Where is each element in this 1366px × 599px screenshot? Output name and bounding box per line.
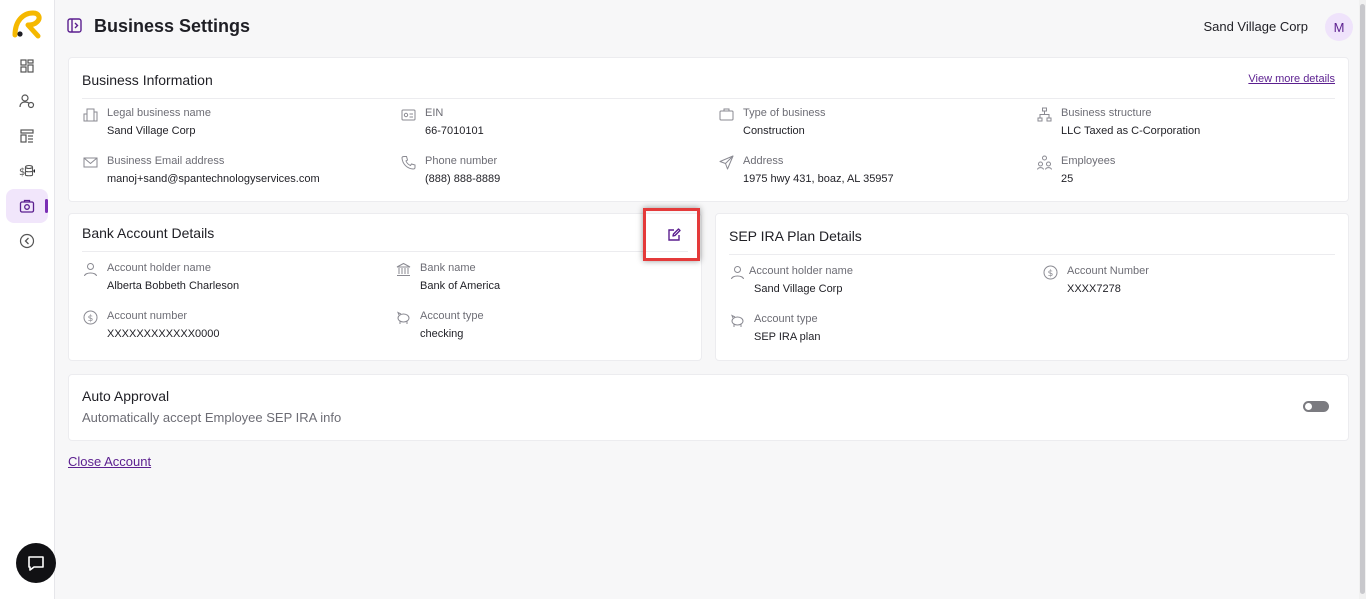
field-value: 66-7010101 xyxy=(425,125,484,137)
field-value: LLC Taxed as C-Corporation xyxy=(1061,125,1201,137)
piggy-bank-icon xyxy=(730,313,745,328)
svg-text:$: $ xyxy=(88,314,94,324)
sep-ira-title: SEP IRA Plan Details xyxy=(729,228,862,244)
field-label: Bank name xyxy=(420,262,476,274)
divider xyxy=(82,251,688,252)
field-label: Account Number xyxy=(1067,265,1149,277)
field-label: Account holder name xyxy=(107,262,211,274)
phone-icon xyxy=(401,155,416,170)
reports-icon xyxy=(20,129,34,143)
person-icon xyxy=(730,265,745,280)
sidebar-item-collapse[interactable] xyxy=(6,224,48,258)
org-chart-icon xyxy=(1037,107,1052,122)
piggy-bank-icon xyxy=(396,310,411,325)
header: Business Settings Sand Village Corp M xyxy=(55,0,1366,54)
field-value: 1975 hwy 431, boaz, AL 35957 xyxy=(743,173,894,185)
field-value: (888) 888-8889 xyxy=(425,173,501,185)
sep-ira-card: SEP IRA Plan Details Account holder name… xyxy=(715,213,1349,361)
sidebar-item-finance[interactable]: $ xyxy=(6,154,48,188)
edit-icon xyxy=(668,228,681,241)
field-value: manoj+sand@spantechnologyservices.com xyxy=(107,173,320,185)
id-card-icon xyxy=(401,107,416,122)
field-value: 25 xyxy=(1061,173,1074,185)
auto-approval-description: Automatically accept Employee SEP IRA in… xyxy=(82,410,342,425)
chat-button[interactable] xyxy=(16,543,56,583)
auto-approval-card: Auto Approval Automatically accept Emplo… xyxy=(68,374,1349,441)
field-value: Bank of America xyxy=(420,280,501,292)
business-information-card: Business Information View more details L… xyxy=(68,57,1349,202)
scrollbar-thumb[interactable] xyxy=(1360,4,1365,594)
sidebar-item-users[interactable] xyxy=(6,84,48,118)
field-value: Sand Village Corp xyxy=(754,283,843,295)
toggle-knob xyxy=(1305,403,1312,410)
dashboard-icon xyxy=(20,59,34,73)
svg-text:$: $ xyxy=(1048,269,1054,279)
field-value: XXXXXXXXXXXX0000 xyxy=(107,328,220,340)
auto-approval-title: Auto Approval xyxy=(82,388,170,404)
close-account-link[interactable]: Close Account xyxy=(68,454,151,469)
mail-icon xyxy=(83,155,98,170)
collapse-left-icon xyxy=(19,233,35,249)
company-name: Sand Village Corp xyxy=(1203,19,1308,34)
scrollbar[interactable] xyxy=(1359,0,1366,599)
sidebar-toggle-icon[interactable] xyxy=(67,18,82,33)
divider xyxy=(82,98,1335,99)
active-indicator xyxy=(45,199,48,213)
field-label: Account type xyxy=(754,313,818,325)
sidebar-item-business-settings[interactable] xyxy=(6,189,48,223)
sidebar-item-reports[interactable] xyxy=(6,119,48,153)
svg-text:$: $ xyxy=(19,167,25,178)
auto-approval-toggle[interactable] xyxy=(1303,401,1329,412)
briefcase-icon xyxy=(719,107,734,122)
avatar[interactable]: M xyxy=(1325,13,1353,41)
business-information-title: Business Information xyxy=(82,72,213,88)
people-icon xyxy=(1037,155,1052,170)
field-value: Sand Village Corp xyxy=(107,125,196,137)
bank-icon xyxy=(396,262,411,277)
field-label: Type of business xyxy=(743,107,826,119)
view-more-details-link[interactable]: View more details xyxy=(1248,73,1335,85)
app-logo-icon[interactable] xyxy=(11,9,43,39)
field-label: Account number xyxy=(107,310,188,322)
divider xyxy=(729,254,1335,255)
field-label: Account holder name xyxy=(749,265,853,277)
field-value: SEP IRA plan xyxy=(754,331,821,343)
field-label: Business structure xyxy=(1061,107,1152,119)
sidebar-item-dashboard[interactable] xyxy=(6,49,48,83)
building-icon xyxy=(83,107,98,122)
sidebar: $ xyxy=(0,0,56,599)
dollar-icon: $ xyxy=(1043,265,1058,280)
field-label: Phone number xyxy=(425,155,498,167)
field-label: Account type xyxy=(420,310,484,322)
page-title: Business Settings xyxy=(94,16,251,36)
bank-account-card: Bank Account Details Account holder name… xyxy=(68,213,702,361)
field-value: Alberta Bobbeth Charleson xyxy=(107,280,240,292)
field-label: EIN xyxy=(425,107,444,119)
field-value: XXXX7278 xyxy=(1067,283,1121,295)
business-settings-icon xyxy=(19,199,35,213)
field-value: Construction xyxy=(743,125,805,137)
edit-bank-account-button[interactable] xyxy=(666,227,682,243)
field-label: Address xyxy=(743,155,784,167)
users-icon xyxy=(19,94,35,109)
field-label: Employees xyxy=(1061,155,1116,167)
bank-account-title: Bank Account Details xyxy=(82,225,215,241)
send-icon xyxy=(719,155,734,170)
field-value: checking xyxy=(420,328,464,340)
field-label: Legal business name xyxy=(107,107,211,119)
field-label: Business Email address xyxy=(107,155,225,167)
dollar-icon: $ xyxy=(83,310,98,325)
chat-icon xyxy=(28,556,44,571)
person-icon xyxy=(83,262,98,277)
finance-icon: $ xyxy=(19,164,35,178)
